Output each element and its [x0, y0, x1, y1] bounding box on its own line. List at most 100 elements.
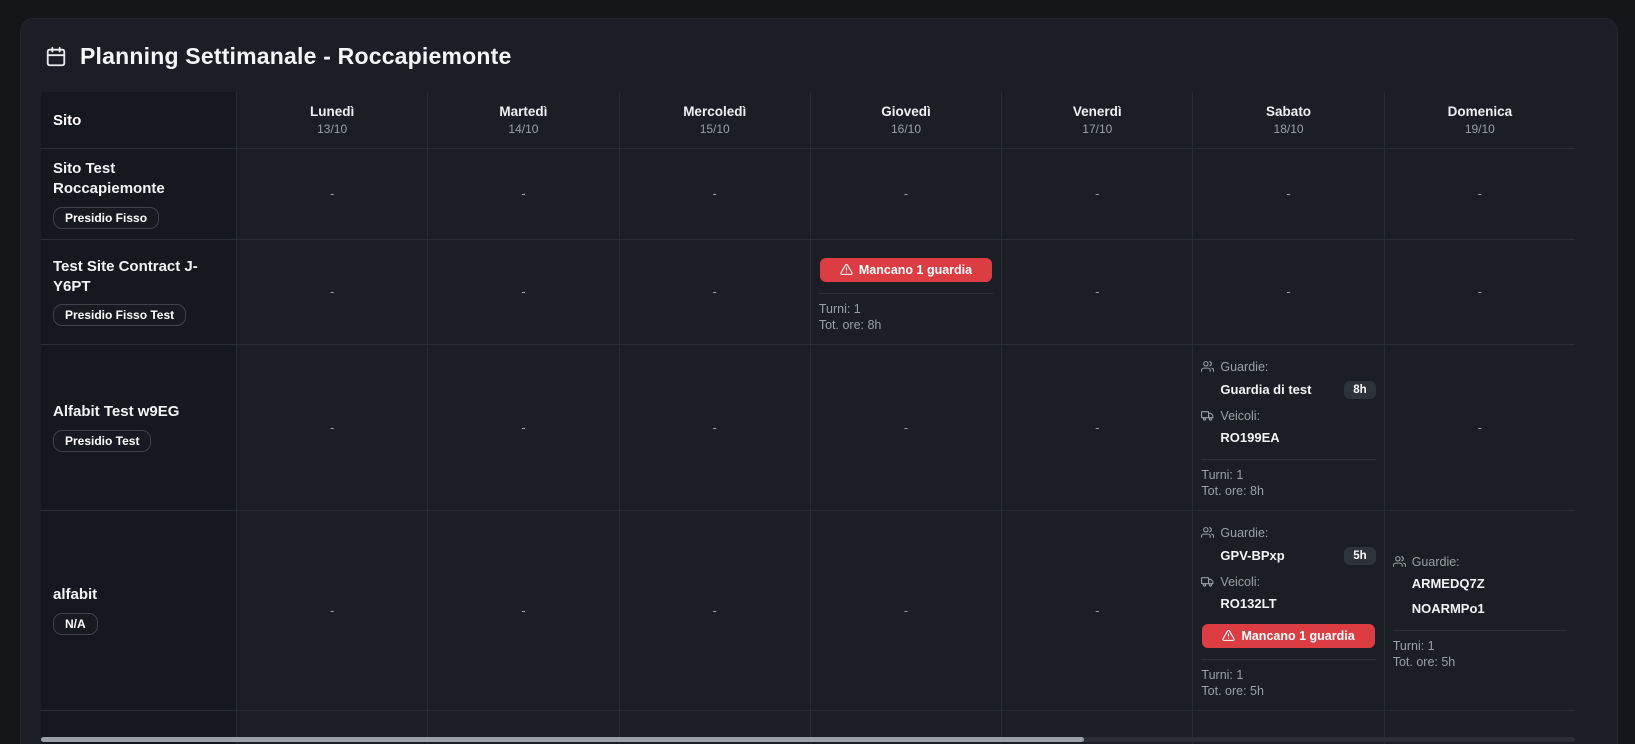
site-type-badge: Presidio Fisso Test: [53, 304, 186, 326]
vehicle-plate: RO132LT: [1220, 596, 1276, 611]
day-name: Martedì: [499, 104, 547, 119]
day-header: Venerdì 17/10: [1001, 92, 1192, 148]
missing-guard-badge: Mancano 1 guardia: [820, 258, 992, 282]
planning-card: Planning Settimanale - Roccapiemonte Sit…: [20, 18, 1618, 744]
table-body: Sito Test RoccapiemontePresidio Fisso---…: [41, 149, 1575, 744]
site-type-badge: N/A: [53, 613, 98, 635]
day-cell[interactable]: -: [619, 511, 810, 710]
day-cell[interactable]: -: [1001, 511, 1192, 710]
cell-summary: Turni: 1Tot. ore: 8h: [1201, 459, 1375, 500]
site-name: Sito Test Roccapiemonte: [53, 159, 224, 200]
empty-dash: -: [521, 284, 525, 299]
empty-dash: -: [713, 603, 717, 618]
day-cell[interactable]: -: [1001, 240, 1192, 344]
day-header: Giovedì 16/10: [810, 92, 1001, 148]
empty-dash: -: [521, 603, 525, 618]
day-cell[interactable]: -: [236, 511, 427, 710]
empty-dash: -: [521, 420, 525, 435]
empty-dash: -: [1095, 603, 1099, 618]
vehicles-label: Veicoli:: [1201, 409, 1375, 423]
day-date: 13/10: [317, 122, 347, 136]
empty-dash: -: [1478, 186, 1482, 201]
total-hours: Tot. ore: 8h: [1201, 483, 1375, 500]
site-column-header: Sito: [41, 92, 236, 148]
day-cell[interactable]: -: [427, 149, 618, 239]
horizontal-scrollbar[interactable]: [41, 737, 1575, 742]
vehicles-label: Veicoli:: [1201, 575, 1375, 589]
day-cell[interactable]: -: [1384, 149, 1575, 239]
day-date: 16/10: [891, 122, 921, 136]
day-date: 19/10: [1465, 122, 1495, 136]
shifts-count: Turni: 1: [1201, 667, 1375, 684]
day-cell[interactable]: Guardie: GPV-BPxp 5h Veicoli: RO132LT Mancano…: [1192, 511, 1383, 710]
empty-dash: -: [904, 420, 908, 435]
guard-hours-badge: 8h: [1344, 381, 1375, 399]
day-date: 18/10: [1274, 122, 1304, 136]
day-cell[interactable]: -: [1001, 149, 1192, 239]
day-name: Venerdì: [1073, 104, 1122, 119]
day-header: Domenica19/10: [1384, 92, 1575, 148]
guard-hours-badge: 5h: [1344, 547, 1375, 565]
day-header: Martedì14/10: [427, 92, 618, 148]
vehicle-plate: RO199EA: [1220, 430, 1279, 445]
table-row: alfabitN/A-----Guardie:GPV-BPxp5hVeicoli…: [41, 511, 1575, 711]
guards-label-text: Guardie:: [1220, 526, 1268, 540]
empty-dash: -: [1478, 284, 1482, 299]
day-cell[interactable]: -: [619, 240, 810, 344]
day-cell[interactable]: -: [619, 345, 810, 510]
warning-triangle-icon: [840, 263, 853, 276]
day-cell[interactable]: -: [810, 511, 1001, 710]
empty-dash: -: [713, 284, 717, 299]
empty-dash: -: [904, 603, 908, 618]
total-hours: Tot. ore: 8h: [819, 317, 993, 334]
day-cell[interactable]: -: [236, 240, 427, 344]
users-icon: [1201, 360, 1214, 373]
day-date: 17/10: [1082, 122, 1112, 136]
guard-name: NOARMPo1: [1412, 601, 1485, 616]
vehicle-icon: [1201, 575, 1214, 588]
day-cell[interactable]: Guardie:ARMEDQ7ZNOARMPo1Turni: 1Tot. ore…: [1384, 511, 1575, 710]
empty-dash: -: [1095, 420, 1099, 435]
site-type-badge: Presidio Fisso: [53, 207, 159, 229]
day-cell[interactable]: -: [427, 240, 618, 344]
day-cell[interactable]: -: [427, 511, 618, 710]
day-name: Sabato: [1266, 104, 1311, 119]
vehicle-entry: RO132LT: [1201, 596, 1375, 611]
empty-dash: -: [1478, 420, 1482, 435]
empty-dash: -: [1286, 186, 1290, 201]
day-cell[interactable]: Mancano 1 guardia Turni: 1Tot. ore: 8h: [810, 240, 1001, 344]
empty-dash: -: [1095, 284, 1099, 299]
missing-guard-badge: Mancano 1 guardia: [1202, 624, 1374, 648]
vehicle-icon: [1201, 409, 1214, 422]
day-cell[interactable]: -: [1001, 345, 1192, 510]
users-icon: [1201, 526, 1214, 539]
guard-entry: GPV-BPxp 5h: [1201, 547, 1375, 565]
guards-label: Guardie:: [1201, 526, 1375, 540]
site-type-badge: Presidio Test: [53, 430, 151, 452]
empty-dash: -: [521, 186, 525, 201]
day-cell[interactable]: -: [236, 149, 427, 239]
site-cell: Sito Test Roccapiemonte Presidio Fisso: [41, 149, 236, 239]
site-cell: alfabitN/A: [41, 511, 236, 710]
day-cell[interactable]: -: [1384, 345, 1575, 510]
guard-name: Guardia di test: [1220, 382, 1311, 397]
day-cell[interactable]: -: [427, 345, 618, 510]
missing-guard-label: Mancano 1 guardia: [1241, 629, 1354, 643]
day-cell[interactable]: -: [619, 149, 810, 239]
day-cell[interactable]: -: [1384, 240, 1575, 344]
empty-dash: -: [330, 420, 334, 435]
day-name: Giovedì: [881, 104, 931, 119]
day-cell[interactable]: Guardie:Guardia di test8hVeicoli:RO199EA…: [1192, 345, 1383, 510]
day-cell[interactable]: -: [1192, 149, 1383, 239]
empty-dash: -: [713, 420, 717, 435]
site-cell: Alfabit Test w9EGPresidio Test: [41, 345, 236, 510]
total-hours: Tot. ore: 5h: [1393, 654, 1567, 671]
guard-entry: Guardia di test 8h: [1201, 381, 1375, 399]
day-cell[interactable]: -: [810, 345, 1001, 510]
cell-summary: Turni: 1Tot. ore: 8h: [819, 293, 993, 334]
day-cell[interactable]: -: [810, 149, 1001, 239]
horizontal-scrollbar-thumb[interactable]: [41, 737, 1084, 742]
day-cell[interactable]: -: [1192, 240, 1383, 344]
guard-name: GPV-BPxp: [1220, 548, 1284, 563]
day-cell[interactable]: -: [236, 345, 427, 510]
